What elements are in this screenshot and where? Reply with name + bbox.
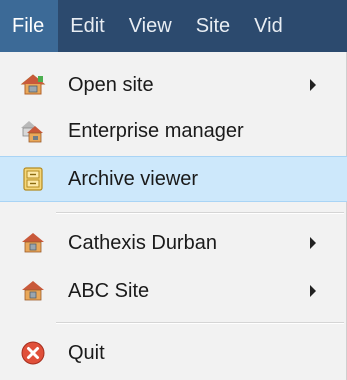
archive-viewer-label: Archive viewer: [68, 167, 199, 190]
menu-file[interactable]: File: [0, 0, 59, 52]
submenu-arrow-icon: [310, 237, 316, 249]
archive-cabinet-icon: [23, 167, 43, 191]
house-group-icon: [21, 121, 43, 143]
house-green-icon: [20, 74, 46, 95]
cathexis-durban-label: Cathexis Durban: [68, 231, 217, 254]
menu-separator: [56, 322, 344, 324]
submenu-arrow-icon: [310, 285, 316, 297]
menu-item-quit[interactable]: Quit: [0, 330, 347, 376]
enterprise-manager-label: Enterprise manager: [68, 119, 244, 142]
menu-site[interactable]: Site: [184, 0, 242, 52]
menu-view[interactable]: View: [117, 0, 184, 52]
abc-site-label: ABC Site: [68, 279, 150, 302]
file-dropdown-menu: Open site Enterprise manager Archive vie…: [0, 52, 347, 380]
menu-item-open-site[interactable]: Open site: [0, 62, 347, 108]
app-window: File Edit View Site Vid Open site Enterp…: [0, 0, 347, 380]
menu-item-archive-viewer[interactable]: Archive viewer: [0, 156, 347, 202]
quit-icon: [21, 341, 45, 365]
house-icon: [22, 281, 44, 301]
quit-label: Quit: [68, 341, 105, 364]
submenu-arrow-icon: [310, 79, 316, 91]
open-site-label: Open site: [68, 73, 154, 96]
menu-bar: File Edit View Site Vid: [0, 0, 347, 52]
menu-video[interactable]: Vid: [242, 0, 295, 52]
menu-item-cathexis-durban[interactable]: Cathexis Durban: [0, 220, 347, 266]
menu-item-enterprise-manager[interactable]: Enterprise manager: [0, 108, 347, 154]
house-icon: [22, 233, 44, 253]
menu-item-abc-site[interactable]: ABC Site: [0, 268, 347, 314]
menu-edit[interactable]: Edit: [58, 0, 116, 52]
menu-separator: [56, 212, 344, 214]
